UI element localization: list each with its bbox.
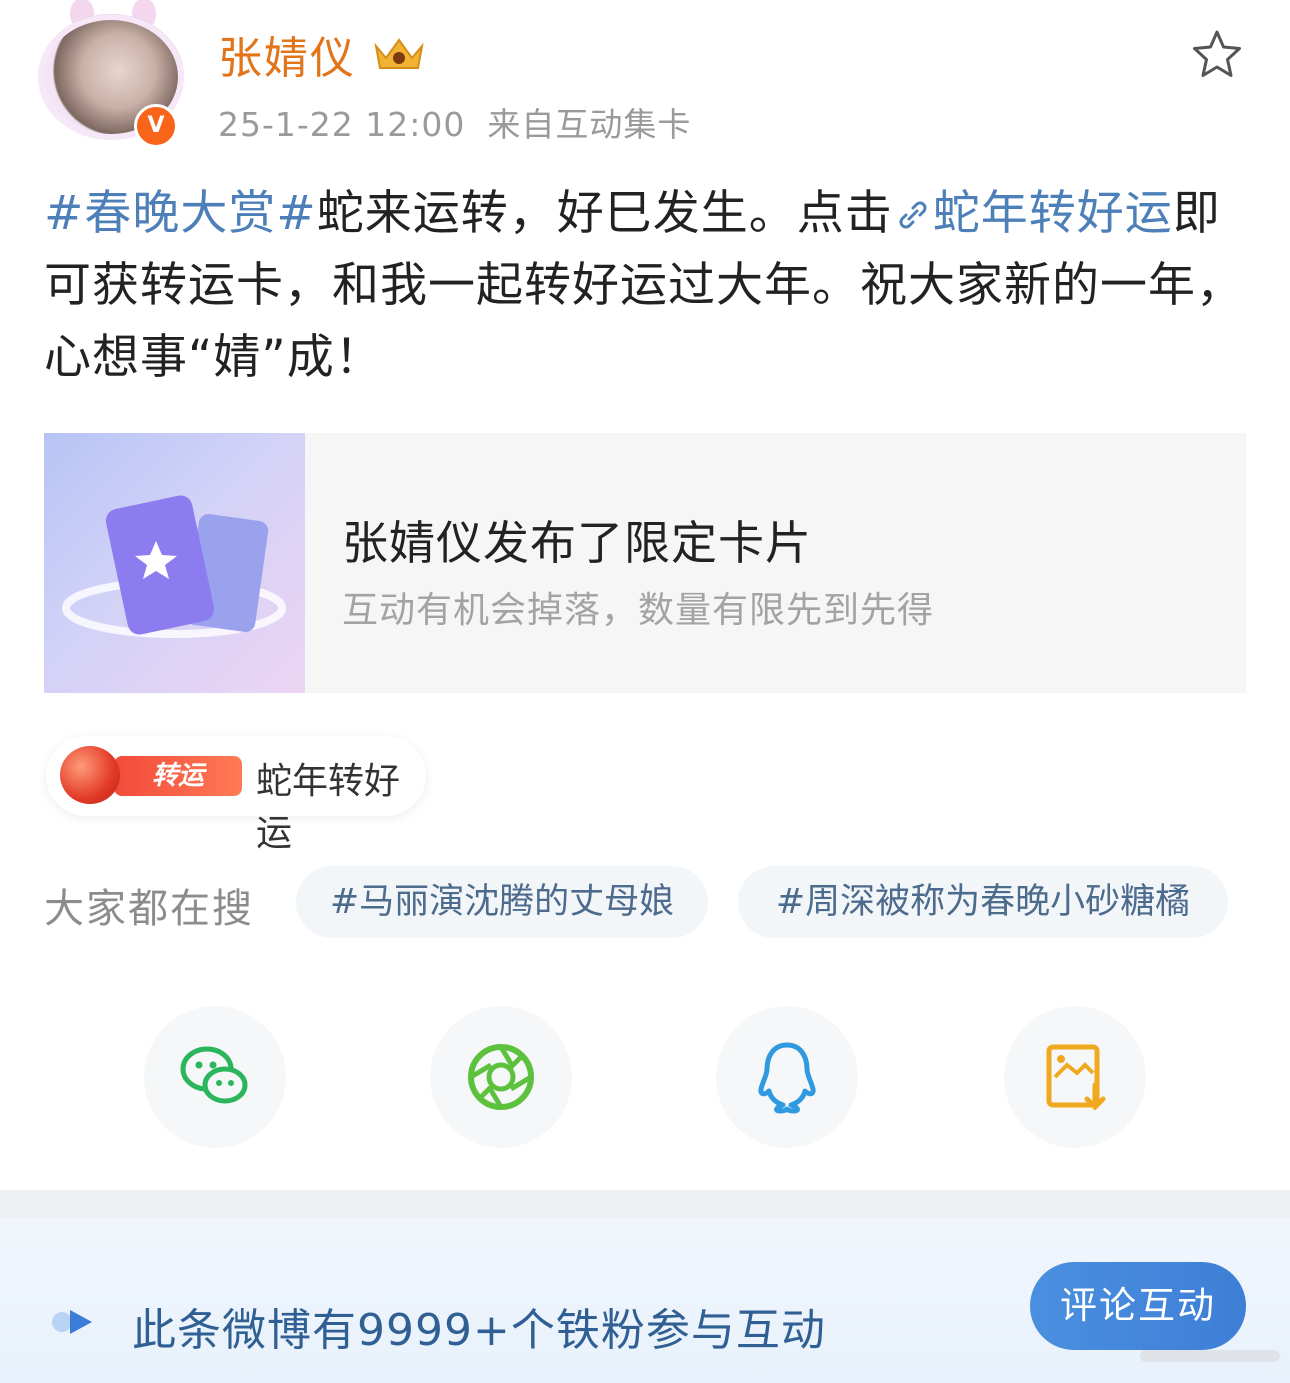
card-subtitle: 互动有机会掉落，数量有限先到先得 xyxy=(342,590,935,631)
limited-card-panel[interactable]: 张婧仪发布了限定卡片 互动有机会掉落，数量有限先到先得 xyxy=(44,433,1246,693)
save-image-icon xyxy=(1046,1044,1106,1111)
post-source[interactable]: 来自互动集卡 xyxy=(487,105,691,144)
post-link-label[interactable]: 蛇年转好运 xyxy=(933,186,1173,241)
qq-icon xyxy=(758,1042,816,1114)
share-moments-button[interactable] xyxy=(430,1006,572,1148)
username[interactable]: 张婧仪 xyxy=(218,22,356,86)
post-text-part1: 蛇来运转，好巳发生。点击 xyxy=(316,186,893,241)
post-date: 25-1-22 12:00 xyxy=(218,105,466,144)
share-qq-button[interactable] xyxy=(716,1006,858,1148)
trending-search-label: 大家都在搜 xyxy=(44,886,254,932)
post-hashtag[interactable]: #春晚大赏# xyxy=(44,186,317,241)
link-icon xyxy=(899,201,927,229)
comment-interact-button[interactable]: 评论互动 xyxy=(1030,1262,1246,1350)
card-title: 张婧仪发布了限定卡片 xyxy=(342,516,812,570)
post-meta: 25-1-22 12:00 来自互动集卡 xyxy=(218,98,691,146)
favorite-star-icon[interactable] xyxy=(1190,28,1244,82)
post-text: #春晚大赏#蛇来运转，好巳发生。点击 蛇年转好运即可获转运卡，和我一起转好运过大年… xyxy=(44,178,1244,394)
post-link[interactable]: 蛇年转好运 xyxy=(893,186,1173,241)
topic-label: 蛇年转好运 xyxy=(256,761,401,854)
interaction-text: 此条微博有9999+个铁粉参与互动 xyxy=(132,1305,826,1356)
interaction-bar: 此条微博有9999+个铁粉参与互动 评论互动 xyxy=(0,1218,1290,1383)
lantern-icon xyxy=(60,746,120,804)
moments-icon xyxy=(468,1044,534,1110)
save-image-button[interactable] xyxy=(1004,1006,1146,1148)
watermark-bar xyxy=(1140,1350,1280,1362)
card-star-icon xyxy=(62,495,286,638)
card-thumbnail xyxy=(44,433,305,693)
trending-search-chip[interactable]: #马丽演沈腾的丈母娘 xyxy=(296,866,708,938)
wechat-icon xyxy=(180,1046,248,1104)
share-wechat-button[interactable] xyxy=(144,1006,286,1148)
vip-crown-icon xyxy=(374,38,424,69)
trending-search-chip[interactable]: #周深被称为春晚小砂糖橘 xyxy=(738,866,1228,938)
topic-tag: 转运 xyxy=(114,756,242,796)
interaction-arrow-icon xyxy=(52,1310,92,1334)
topic-pill[interactable]: 转运 蛇年转好运 xyxy=(46,736,426,854)
section-divider xyxy=(0,1190,1290,1218)
verified-badge: V xyxy=(134,104,178,148)
